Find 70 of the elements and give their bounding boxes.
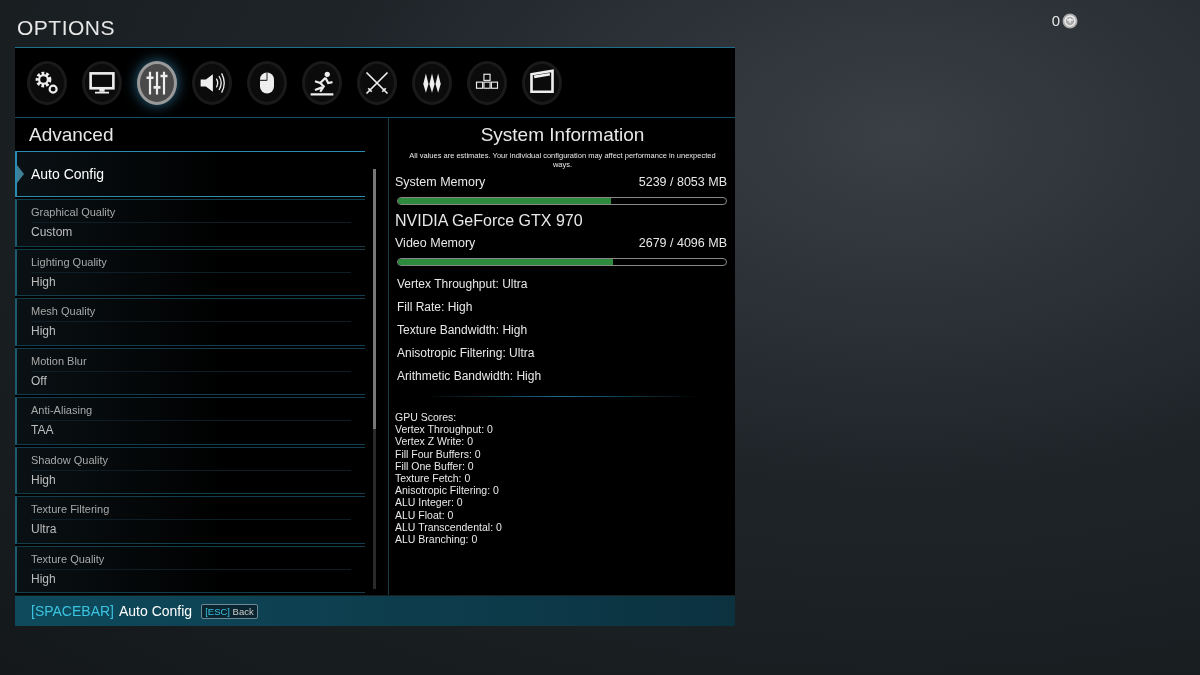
crossed-swords-icon [363, 69, 391, 97]
key-hint: [SPACEBAR] [31, 603, 114, 619]
setting-row[interactable]: Mesh Quality High [15, 298, 365, 346]
category-tab[interactable] [247, 61, 287, 105]
selection-pointer-icon [17, 165, 24, 183]
setting-row[interactable]: Shadow Quality High [15, 446, 365, 494]
category-tab[interactable] [137, 61, 177, 105]
hint-action: Auto Config [119, 603, 193, 619]
setting-value: Ultra [31, 519, 351, 538]
category-tab[interactable] [467, 61, 507, 105]
category-tab[interactable] [27, 61, 67, 105]
category-tab[interactable] [357, 61, 397, 105]
setting-row[interactable]: Lighting Quality High [15, 248, 365, 296]
panel-title: System Information [479, 124, 646, 146]
auto-config-item[interactable]: Auto Config [15, 151, 365, 197]
memory-label: System Memory [395, 175, 486, 189]
gpu-score: Vertex Z Write: 0 [395, 435, 474, 448]
setting-value: High [31, 568, 351, 588]
gpu-rating: Vertex Throughput: Ultra [397, 276, 529, 292]
setting-label: Mesh Quality [31, 304, 97, 318]
setting-value: TAA [31, 420, 351, 439]
setting-row[interactable]: Graphical Quality Custom [15, 199, 365, 247]
setting-value: High [31, 469, 351, 489]
category-tab[interactable] [82, 61, 122, 105]
memory-reading: 5239 / 8053 MB [638, 175, 727, 189]
memory-reading: 2679 / 4096 MB [638, 236, 727, 250]
category-tab[interactable] [522, 61, 562, 105]
setting-label: Texture Filtering [31, 502, 111, 516]
gears-icon [33, 69, 61, 97]
gpu-rating: Arithmetic Bandwidth: High [397, 368, 543, 384]
category-tab[interactable] [412, 61, 452, 105]
setting-label: Anti-Aliasing [31, 403, 94, 417]
currency-amount: 0 [1051, 12, 1060, 29]
section-heading: Advanced [28, 123, 115, 147]
category-tab[interactable] [302, 61, 342, 105]
back-button[interactable]: [ESC] Back [201, 603, 258, 619]
setting-row[interactable]: Motion Blur Off [15, 347, 365, 395]
monitor-icon [88, 69, 116, 97]
gpu-rating: Anisotropic Filtering: Ultra [397, 345, 536, 361]
category-tab[interactable] [192, 61, 232, 105]
gpu-score: Texture Fetch: 0 [395, 472, 472, 485]
gpu-score: ALU Float: 0 [395, 508, 455, 521]
gpu-score: ALU Branching: 0 [395, 533, 479, 546]
scrollbar[interactable] [373, 169, 376, 589]
setting-label: Shadow Quality [31, 452, 110, 467]
gpu-name: NVIDIA GeForce GTX 970 [395, 212, 584, 230]
gpu-score: Vertex Throughput: 0 [395, 423, 494, 436]
setting-label: Graphical Quality [31, 205, 117, 219]
setting-value: High [31, 271, 351, 291]
setting-row[interactable]: Texture Quality High [15, 545, 365, 593]
memory-label: Video Memory [395, 236, 476, 250]
setting-row[interactable]: Anti-Aliasing TAA [15, 397, 365, 445]
gpu-score: Fill Four Buffers: 0 [395, 447, 482, 460]
setting-row[interactable]: Texture Filtering Ultra [15, 496, 365, 544]
gpu-rating: Texture Bandwidth: High [397, 322, 529, 338]
gpu-rating: Fill Rate: High [397, 299, 474, 315]
gpu-score: Anisotropic Filtering: 0 [395, 484, 500, 497]
runner-icon [308, 69, 336, 97]
gpu-score: GPU Scores: [395, 411, 458, 424]
screen-title: OPTIONS [16, 15, 115, 40]
gpu-score: ALU Integer: 0 [395, 496, 464, 509]
coin-icon [1062, 12, 1078, 29]
setting-label: Texture Quality [31, 551, 106, 566]
gpu-score: Fill One Buffer: 0 [395, 459, 475, 472]
gpu-score: ALU Transcendental: 0 [395, 520, 503, 534]
setting-value: Custom [31, 222, 351, 241]
setting-value: Off [31, 370, 351, 390]
setting-label: Motion Blur [31, 353, 88, 368]
setting-label: Lighting Quality [31, 254, 108, 269]
setting-value: High [31, 321, 351, 340]
